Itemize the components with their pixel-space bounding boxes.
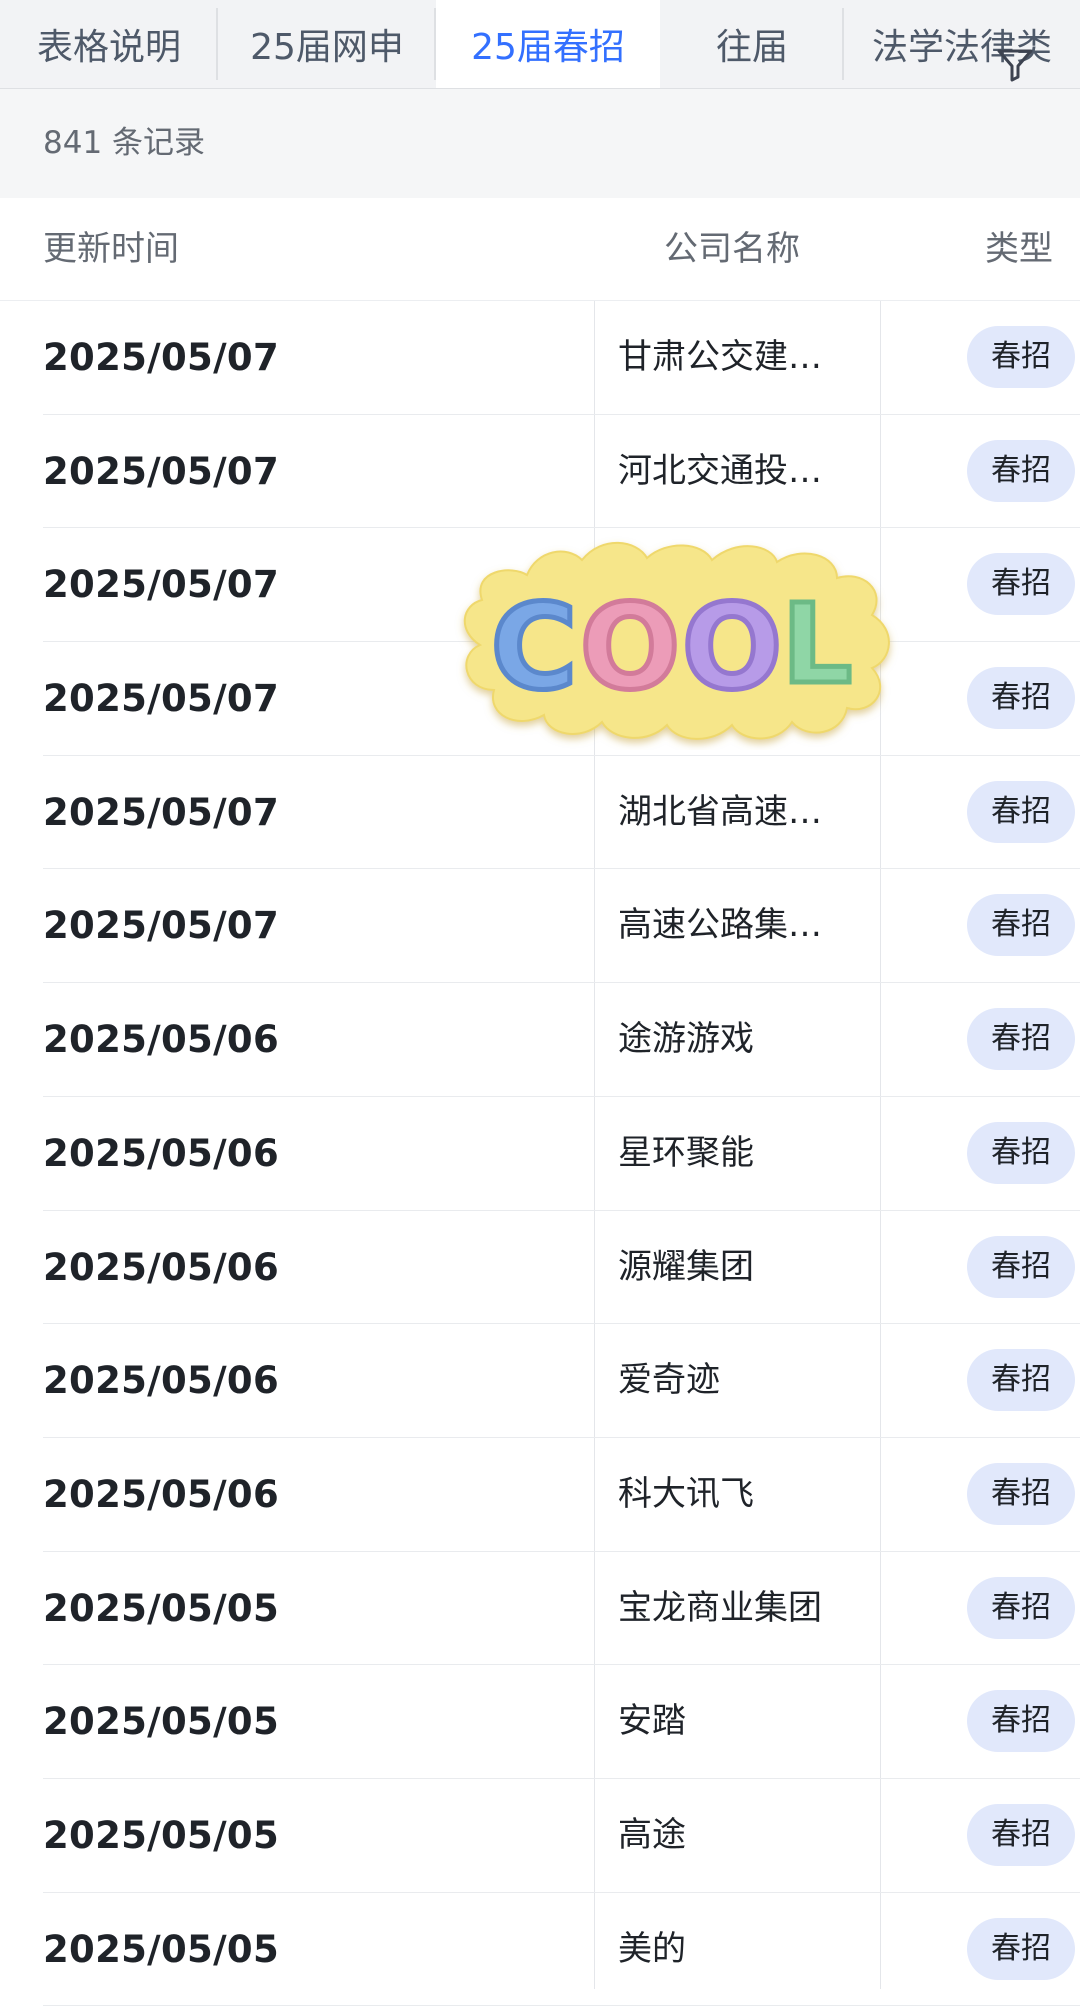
cell-company-name: 高速公路集… (618, 905, 822, 946)
tab-law[interactable]: 法学法律类 (844, 0, 1080, 88)
cool-sticker: C O O L (463, 541, 890, 740)
cell-update-time: 2025/05/07 (43, 677, 279, 721)
record-count: 841 条记录 (43, 125, 206, 161)
filter-icon (997, 49, 1033, 82)
svg-text:L: L (782, 580, 852, 708)
table-row[interactable]: 2025/05/06 科大讯飞 春招 (0, 1438, 1080, 1552)
cell-company-name: 湖北省高速… (618, 791, 822, 832)
svg-text:C: C (491, 578, 578, 716)
table-row[interactable]: 2025/05/05 宝龙商业集团 春招 (0, 1552, 1080, 1666)
cell-update-time: 2025/05/05 (43, 1586, 279, 1630)
cell-company-name: 星环聚能 (618, 1132, 754, 1173)
table-row[interactable]: 2025/05/06 源耀集团 春招 (0, 1211, 1080, 1325)
type-badge[interactable]: 春招 (967, 894, 1075, 957)
cell-update-time: 2025/05/05 (43, 1813, 279, 1857)
cell-company-name: 爱奇迹 (618, 1360, 720, 1401)
tab-25-spring-recruitment[interactable]: 25届春招 (436, 0, 660, 88)
type-badge[interactable]: 春招 (967, 326, 1075, 388)
table-row[interactable]: 2025/05/07 高速公路集… 春招 (0, 869, 1080, 983)
cell-company-name: 河北交通投… (618, 450, 822, 491)
type-badge[interactable]: 春招 (967, 1690, 1075, 1753)
cell-update-time: 2025/05/07 (43, 336, 279, 379)
tab-previous-years[interactable]: 往届 (660, 0, 844, 88)
svg-text:O: O (682, 578, 782, 716)
cell-update-time: 2025/05/06 (43, 1131, 279, 1175)
table-row[interactable]: 2025/05/05 安踏 春招 (0, 1665, 1080, 1779)
cell-update-time: 2025/05/06 (43, 1245, 279, 1289)
record-bar: 841 条记录 (0, 89, 1080, 198)
type-badge[interactable]: 春招 (967, 780, 1075, 843)
table-header: 更新时间 公司名称 类型 (0, 198, 1080, 301)
type-badge[interactable]: 春招 (967, 667, 1075, 730)
svg-text:O: O (580, 578, 680, 716)
type-badge[interactable]: 春招 (967, 1576, 1075, 1639)
cell-update-time: 2025/05/06 (43, 1018, 279, 1062)
cell-company-name: 科大讯飞 (618, 1473, 754, 1514)
sticker-text: C O O L (488, 576, 854, 719)
header-company-name[interactable]: 公司名称 (664, 198, 800, 300)
table-row[interactable]: 2025/05/07 甘肃公交建… 春招 (0, 301, 1080, 415)
cell-update-time: 2025/05/07 (43, 563, 279, 607)
cell-update-time: 2025/05/06 (43, 1472, 279, 1516)
type-badge[interactable]: 春招 (967, 1917, 1075, 1980)
type-badge[interactable]: 春招 (967, 1462, 1075, 1525)
header-update-time[interactable]: 更新时间 (43, 198, 179, 300)
cell-company-name: 高途 (618, 1814, 686, 1855)
type-badge[interactable]: 春招 (967, 1235, 1075, 1298)
type-badge[interactable]: 春招 (967, 1803, 1075, 1866)
type-badge[interactable]: 春招 (967, 553, 1075, 616)
cell-update-time: 2025/05/06 (43, 1359, 279, 1403)
table-row[interactable]: 2025/05/07 河北交通投… 春招 (0, 415, 1080, 529)
tab-table-description[interactable]: 表格说明 (0, 0, 218, 88)
cell-update-time: 2025/05/05 (43, 1700, 279, 1744)
table-row[interactable]: 2025/05/06 途游游戏 春招 (0, 983, 1080, 1097)
cell-company-name: 安踏 (618, 1701, 686, 1742)
cell-company-name: 宝龙商业集团 (618, 1587, 822, 1628)
cell-company-name: 源耀集团 (618, 1246, 754, 1287)
tab-bar: 表格说明 25届网申 25届春招 往届 法学法律类 (0, 0, 1080, 89)
type-badge[interactable]: 春招 (967, 1008, 1075, 1071)
header-type[interactable]: 类型 (985, 198, 1053, 300)
cell-company-name: 途游游戏 (618, 1019, 754, 1060)
table-row[interactable]: 2025/05/06 爱奇迹 春招 (0, 1324, 1080, 1438)
table-row[interactable]: 2025/05/06 星环聚能 春招 (0, 1097, 1080, 1211)
cell-company-name: 甘肃公交建… (618, 337, 822, 377)
tab-25-online-application[interactable]: 25届网申 (218, 0, 436, 88)
cell-update-time: 2025/05/07 (43, 904, 279, 948)
cell-update-time: 2025/05/07 (43, 790, 279, 834)
cell-update-time: 2025/05/07 (43, 449, 279, 493)
type-badge[interactable]: 春招 (967, 1121, 1075, 1184)
type-badge[interactable]: 春招 (967, 439, 1075, 502)
table-row[interactable]: 2025/05/07 湖北省高速… 春招 (0, 756, 1080, 870)
type-badge[interactable]: 春招 (967, 1349, 1075, 1412)
filter-button[interactable] (990, 39, 1040, 89)
table-row[interactable]: 2025/05/05 高途 春招 (0, 1779, 1080, 1893)
